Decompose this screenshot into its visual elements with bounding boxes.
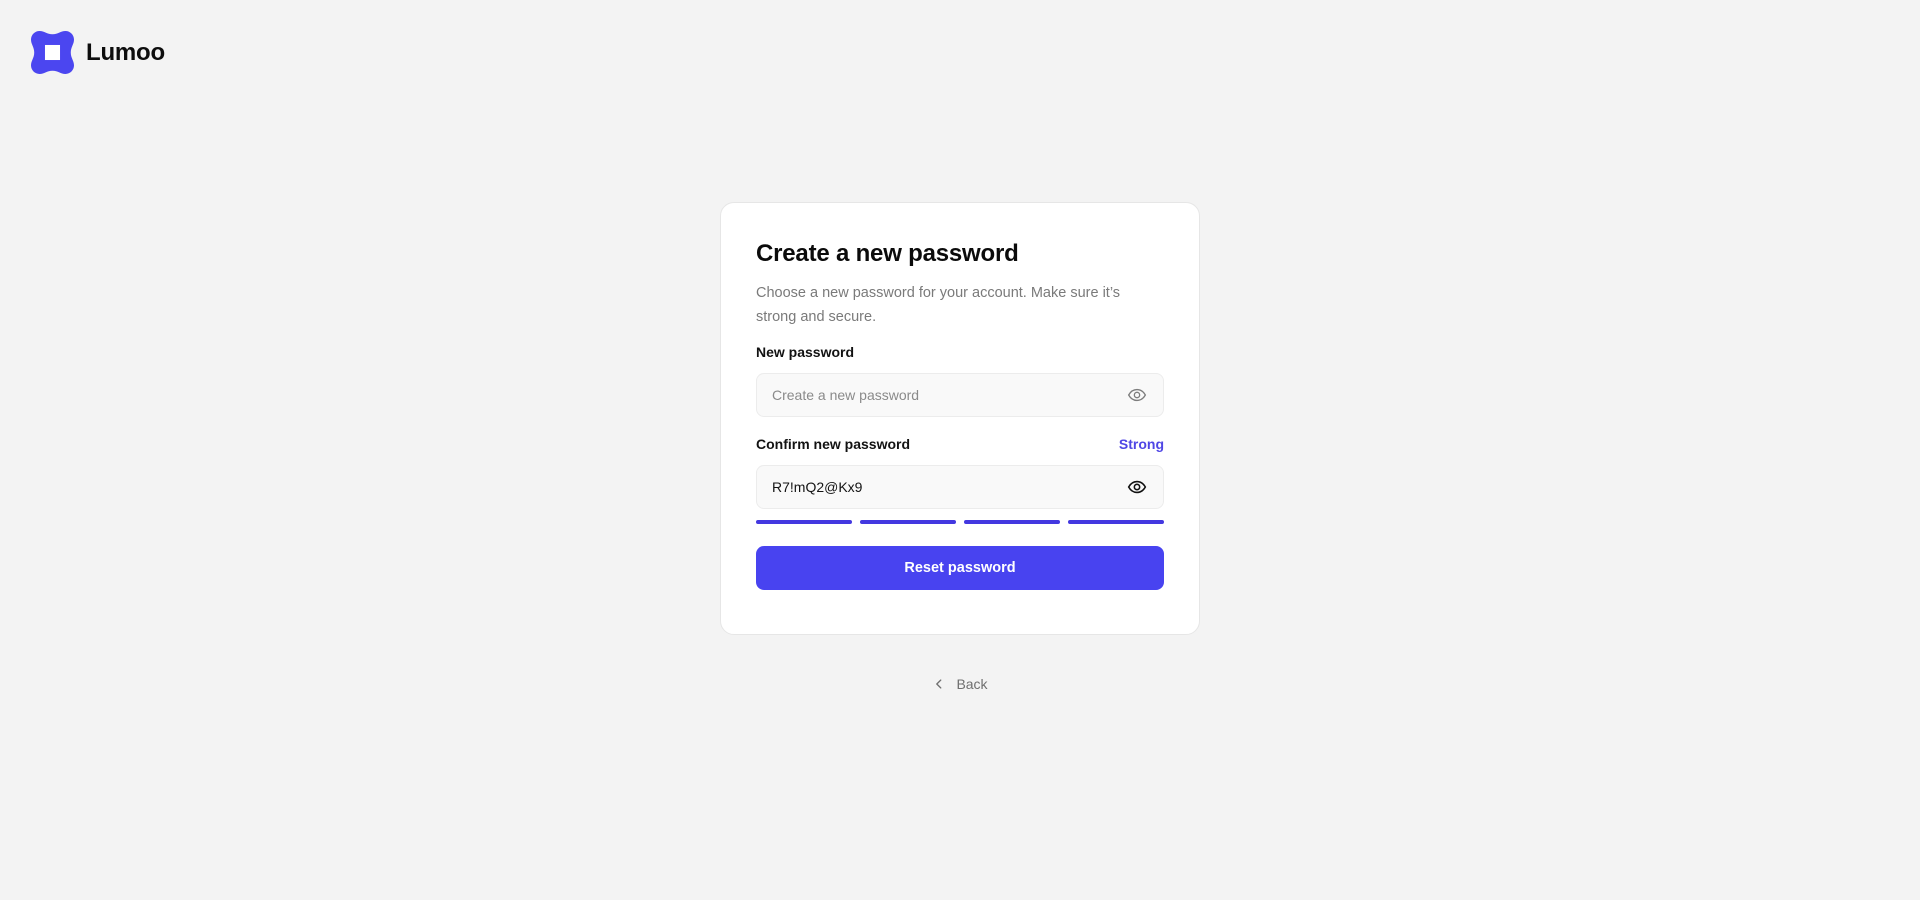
reset-password-card: Create a new password Choose a new passw… [720,202,1200,635]
confirm-password-field[interactable] [756,465,1164,509]
password-strength-meter [756,520,1164,524]
brand-name: Lumoo [86,38,165,66]
back-link-row: Back [0,676,1920,692]
eye-icon[interactable] [1127,477,1147,497]
new-password-label-row: New password [756,342,1164,362]
new-password-field[interactable] [756,373,1164,417]
eye-icon[interactable] [1127,385,1147,405]
brand[interactable]: Lumoo [31,31,165,74]
confirm-password-label: Confirm new password [756,436,911,452]
back-link[interactable]: Back [932,676,988,692]
chevron-left-icon [936,679,942,689]
page-subtitle: Choose a new password for your account. … [756,285,1121,325]
confirm-password-input[interactable] [772,466,1127,508]
page-title: Create a new password [756,240,1019,267]
lumoo-logo-icon [31,31,74,74]
password-strength-label: Strong [1118,436,1164,452]
strength-bar-segment [964,520,1060,524]
strength-bar-segment [860,520,956,524]
new-password-label: New password [756,344,855,360]
new-password-input[interactable] [772,374,1127,416]
confirm-password-label-row: Confirm new password Strong [756,434,1164,454]
back-label: Back [956,676,988,692]
strength-bar-segment [756,520,852,524]
reset-password-button[interactable]: Reset password [756,546,1164,590]
strength-bar-segment [1068,520,1164,524]
